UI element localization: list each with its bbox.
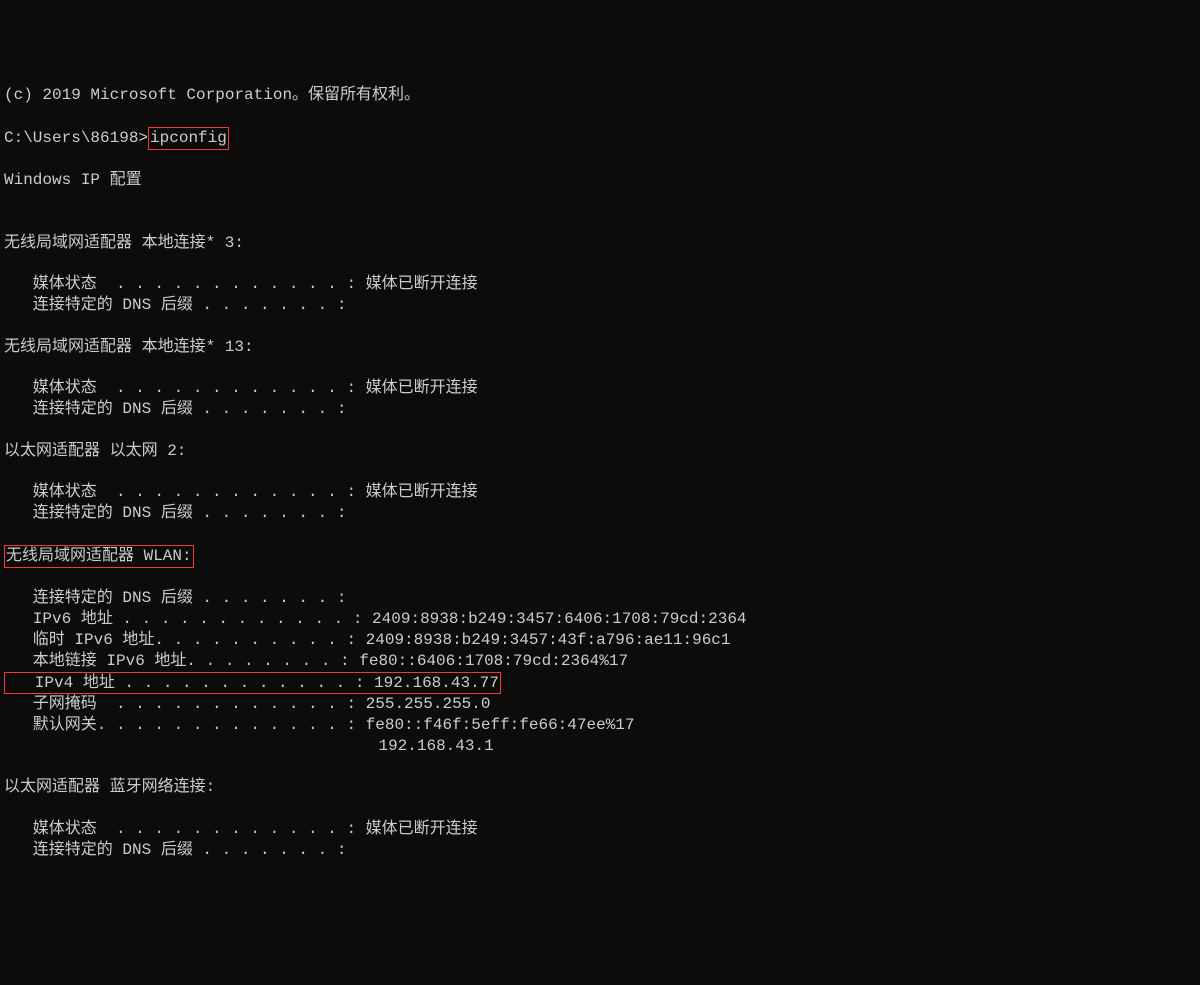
- blank-line: [4, 212, 1196, 233]
- blank-line: [4, 254, 1196, 275]
- adapter-property: 媒体状态 . . . . . . . . . . . . : 媒体已断开连接: [4, 482, 1196, 503]
- blank-line: [4, 106, 1196, 127]
- adapter-title: 无线局域网适配器 本地连接* 13:: [4, 337, 1196, 358]
- adapter-title: 以太网适配器 蓝牙网络连接:: [4, 777, 1196, 798]
- blank-line: [4, 191, 1196, 212]
- adapter-property: 媒体状态 . . . . . . . . . . . . : 媒体已断开连接: [4, 819, 1196, 840]
- prompt-line: C:\Users\86198>ipconfig: [4, 127, 1196, 150]
- adapter-property: IPv6 地址 . . . . . . . . . . . . : 2409:8…: [4, 609, 1196, 630]
- copyright-line: (c) 2019 Microsoft Corporation。保留所有权利。: [4, 85, 1196, 106]
- blank-line: [4, 316, 1196, 337]
- blank-line: [4, 524, 1196, 545]
- adapter-title: 无线局域网适配器 WLAN:: [4, 545, 1196, 568]
- blank-line: [4, 861, 1196, 882]
- adapter-title: 以太网适配器 以太网 2:: [4, 441, 1196, 462]
- blank-line: [4, 798, 1196, 819]
- adapter-property: 媒体状态 . . . . . . . . . . . . : 媒体已断开连接: [4, 378, 1196, 399]
- adapter-property: 临时 IPv6 地址. . . . . . . . . . : 2409:893…: [4, 630, 1196, 651]
- ipv4-highlight: IPv4 地址 . . . . . . . . . . . . : 192.16…: [4, 672, 501, 695]
- adapter-property: 媒体状态 . . . . . . . . . . . . : 媒体已断开连接: [4, 274, 1196, 295]
- blank-line: [4, 462, 1196, 483]
- adapter-property: 192.168.43.1: [4, 736, 1196, 757]
- adapter-property: 本地链接 IPv6 地址. . . . . . . . : fe80::6406…: [4, 651, 1196, 672]
- ipconfig-header: Windows IP 配置: [4, 170, 1196, 191]
- adapter-property: 连接特定的 DNS 后缀 . . . . . . . :: [4, 295, 1196, 316]
- adapter-property: 连接特定的 DNS 后缀 . . . . . . . :: [4, 840, 1196, 861]
- wlan-adapter-highlight: 无线局域网适配器 WLAN:: [4, 545, 194, 568]
- adapter-property: IPv4 地址 . . . . . . . . . . . . : 192.16…: [4, 672, 1196, 695]
- adapter-property: 连接特定的 DNS 后缀 . . . . . . . :: [4, 588, 1196, 609]
- blank-line: [4, 150, 1196, 171]
- blank-line: [4, 568, 1196, 589]
- adapter-title: 无线局域网适配器 本地连接* 3:: [4, 233, 1196, 254]
- adapter-property: 子网掩码 . . . . . . . . . . . . : 255.255.2…: [4, 694, 1196, 715]
- command-highlight: ipconfig: [148, 127, 229, 150]
- adapter-property: 默认网关. . . . . . . . . . . . . : fe80::f4…: [4, 715, 1196, 736]
- blank-line: [4, 420, 1196, 441]
- terminal-output[interactable]: (c) 2019 Microsoft Corporation。保留所有权利。 C:…: [4, 85, 1196, 881]
- blank-line: [4, 358, 1196, 379]
- adapter-property: 连接特定的 DNS 后缀 . . . . . . . :: [4, 399, 1196, 420]
- blank-line: [4, 757, 1196, 778]
- adapter-property: 连接特定的 DNS 后缀 . . . . . . . :: [4, 503, 1196, 524]
